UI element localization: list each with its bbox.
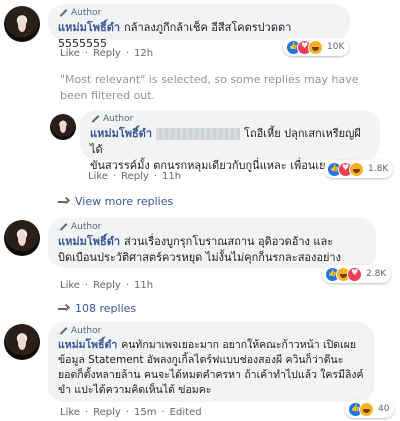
comment-actions: Like · Reply · 12h — [60, 48, 154, 59]
reaction-count: 40 — [378, 404, 390, 414]
like-button[interactable]: Like — [60, 407, 80, 418]
avatar[interactable] — [50, 114, 76, 140]
author-badge: Author — [90, 114, 370, 124]
reply-button[interactable]: Reply — [93, 280, 121, 291]
reply-arrow-icon — [58, 304, 67, 313]
reply-arrow-icon — [58, 197, 67, 206]
reply-bubble: Author แหม่มโพธิ์ดำ โถอีเหี้ย ปลุกเสกเหรี… — [80, 110, 380, 172]
author-badge: Author — [58, 222, 366, 232]
pencil-icon — [58, 222, 68, 232]
reactions-summary[interactable]: 10K — [283, 38, 350, 56]
edited-label[interactable]: Edited — [170, 407, 202, 418]
comment-bubble: Author แหม่มโพธิ์ดำ ส่วนเรื่องบูกรุกโบราณ… — [48, 218, 376, 268]
reaction-count: 2.8K — [366, 269, 387, 279]
redacted-mention — [156, 128, 241, 140]
timestamp[interactable]: 15m — [134, 407, 156, 418]
filter-notice: "Most relevant" is selected, so some rep… — [60, 73, 359, 102]
avatar[interactable] — [4, 6, 40, 42]
like-button[interactable]: Like — [88, 171, 108, 182]
haha-icon — [349, 161, 364, 177]
pencil-icon — [58, 326, 68, 336]
reactions-summary[interactable]: 40 — [345, 400, 395, 418]
like-button[interactable]: Like — [60, 48, 80, 59]
reactions-summary[interactable]: 2.8K — [322, 265, 392, 283]
avatar[interactable] — [4, 220, 40, 256]
commenter-name[interactable]: แหม่มโพธิ์ดำ — [58, 339, 117, 351]
reaction-count: 1.8K — [368, 164, 389, 174]
commenter-name[interactable]: แหม่มโพธิ์ดำ — [90, 127, 152, 140]
view-more-replies-link[interactable]: View more replies — [58, 195, 173, 208]
timestamp[interactable]: 11h — [162, 171, 181, 182]
comment-text: แหม่มโพธิ์ดำ คนทักมาเพจเยอะมาก อยากให้คณะ… — [58, 339, 364, 396]
author-badge: Author — [58, 8, 340, 18]
reply-button[interactable]: Reply — [93, 407, 121, 418]
reaction-count: 10K — [327, 42, 345, 52]
avatar[interactable] — [4, 324, 40, 360]
haha-icon — [359, 401, 374, 417]
comment-text: แหม่มโพธิ์ดำ ส่วนเรื่องบูกรุกโบราณสถาน อุ… — [58, 235, 341, 264]
haha-icon — [308, 39, 323, 55]
reply-actions: Like · Reply · 11h — [88, 171, 182, 182]
comment-actions: Like · Reply · 15m · Edited — [60, 407, 202, 418]
like-button[interactable]: Like — [60, 280, 80, 291]
commenter-name[interactable]: แหม่มโพธิ์ดำ — [58, 235, 120, 248]
author-badge: Author — [58, 326, 364, 336]
commenter-name[interactable]: แหม่มโพธิ์ดำ — [58, 21, 120, 34]
reply-button[interactable]: Reply — [93, 48, 121, 59]
comment-bubble: Author แหม่มโพธิ์ดำ กล้าลงภูกีกล้าเช็ค อี… — [48, 4, 350, 50]
pencil-icon — [58, 8, 68, 18]
comment-actions: Like · Reply · 11h — [60, 280, 154, 291]
timestamp[interactable]: 11h — [134, 280, 153, 291]
timestamp[interactable]: 12h — [134, 48, 153, 59]
comment-bubble: Author แหม่มโพธิ์ดำ คนทักมาเพจเยอะมาก อยา… — [48, 322, 374, 402]
view-replies-link[interactable]: 108 replies — [58, 302, 136, 315]
reply-button[interactable]: Reply — [121, 171, 149, 182]
love-icon — [347, 266, 362, 282]
pencil-icon — [90, 114, 100, 124]
reactions-summary[interactable]: 1.8K — [324, 160, 394, 178]
